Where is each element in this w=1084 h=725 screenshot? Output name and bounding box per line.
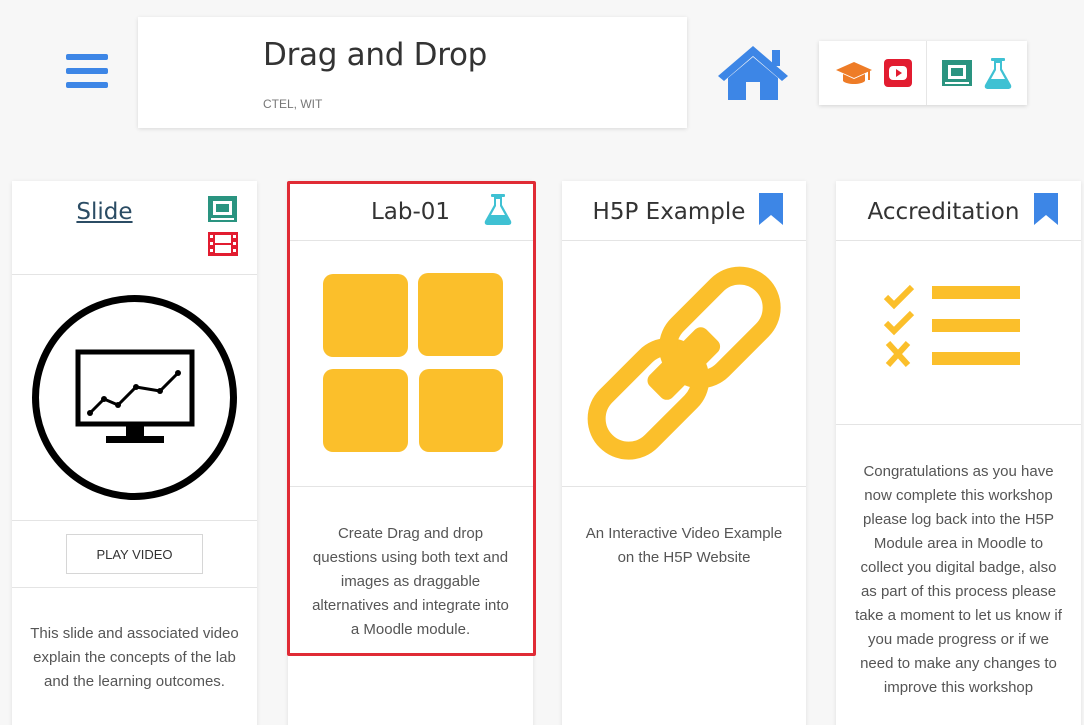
home-icon[interactable] <box>716 44 790 102</box>
checklist-icon <box>883 284 1020 368</box>
film-icon[interactable] <box>208 232 238 256</box>
toolbar <box>819 41 1027 105</box>
card-header: Lab-01 <box>288 181 533 241</box>
page-title: Drag and Drop <box>263 37 487 73</box>
bookmark-icon[interactable] <box>759 193 783 225</box>
frame-icon[interactable] <box>941 59 973 87</box>
flask-icon[interactable] <box>983 57 1013 89</box>
toolbar-group-learning <box>819 41 927 105</box>
card-header: Accreditation <box>836 181 1081 241</box>
card-description: Create Drag and drop questions using bot… <box>312 525 509 638</box>
card-media <box>562 241 806 487</box>
link-icon <box>587 266 781 460</box>
card-description: This slide and associated video explain … <box>30 625 239 690</box>
hamburger-menu-icon[interactable] <box>66 54 108 92</box>
card-header: Slide <box>12 181 257 275</box>
youtube-icon[interactable] <box>883 59 912 87</box>
card-media <box>836 241 1081 425</box>
monitor-chart-icon <box>32 295 237 500</box>
card-description: Congratulations as you have now complete… <box>855 463 1062 696</box>
card-title-link[interactable]: Slide <box>76 199 132 225</box>
card-description: An Interactive Video Example on the H5P … <box>585 525 783 566</box>
toolbar-group-lab <box>927 41 1027 105</box>
graduation-cap-icon[interactable] <box>834 59 874 87</box>
play-video-button[interactable]: PLAY VIDEO <box>66 534 203 574</box>
card-lab-01: Lab-01 Create Drag and drop questions us… <box>288 181 533 725</box>
card-media <box>288 241 533 487</box>
bookmark-icon[interactable] <box>1034 193 1058 225</box>
card-header: H5P Example <box>562 181 806 241</box>
card-media <box>12 275 257 521</box>
card-accreditation: Accreditation Congratulations as you hav… <box>836 181 1081 725</box>
card-slide: Slide PLAY VIDEO This slide and associat… <box>12 181 257 725</box>
flask-icon[interactable] <box>483 193 513 225</box>
page-subtitle: CTEL, WIT <box>263 97 323 111</box>
card-button-row: PLAY VIDEO <box>12 521 257 588</box>
card-h5p-example: H5P Example An Interactive Video Example… <box>562 181 806 725</box>
four-squares-icon <box>323 273 503 452</box>
frame-icon[interactable] <box>208 196 237 222</box>
page-header: Drag and Drop CTEL, WIT <box>138 17 687 128</box>
